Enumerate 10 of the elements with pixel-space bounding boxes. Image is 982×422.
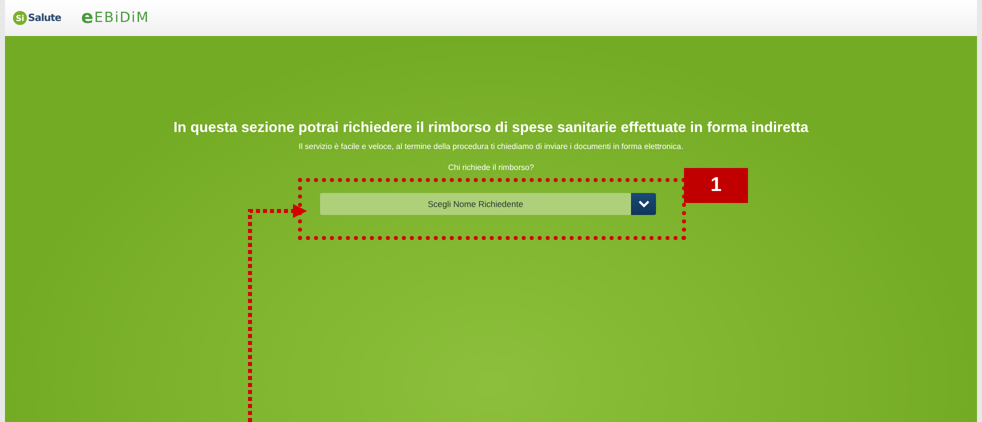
question-label: Chi richiede il rimborso?: [448, 163, 534, 172]
requester-dropdown[interactable]: Scegli Nome Richiedente: [320, 193, 656, 215]
logo-mark: e: [81, 9, 94, 27]
logo-mark: Si: [13, 11, 27, 25]
chevron-down-icon[interactable]: [631, 193, 656, 215]
page-title: In questa sezione potrai richiedere il rimborso di spese sanitarie effettuate in forma indiretta: [174, 120, 808, 136]
logo-text: Salute: [28, 12, 62, 24]
logo-text: EBiDiM: [94, 10, 150, 26]
step-badge: 1: [684, 168, 748, 203]
subtitle: Il servizio è facile e veloce, al termine della procedura ti chiediamo di inviare i documenti in forma elettronica.: [298, 142, 684, 151]
